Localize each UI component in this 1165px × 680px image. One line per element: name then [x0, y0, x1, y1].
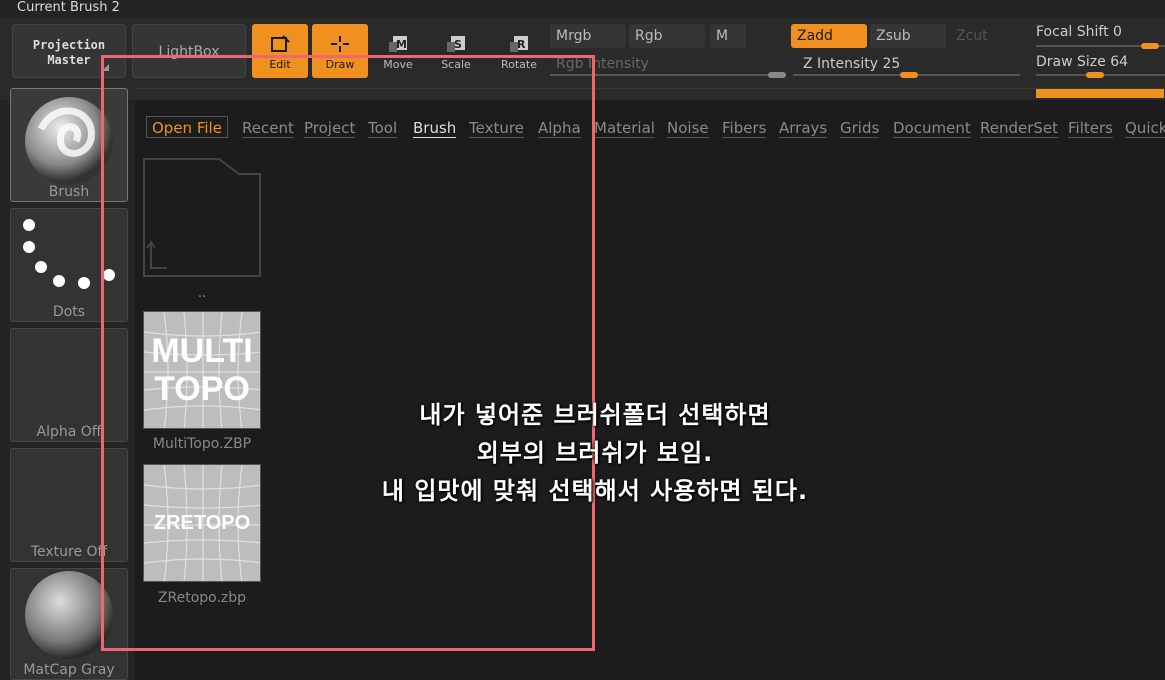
tab-quick[interactable]: Quick [1125, 119, 1165, 138]
m-button[interactable]: M [710, 24, 746, 48]
svg-text:M: M [396, 38, 407, 51]
svg-text:R: R [517, 38, 526, 51]
z-intensity-value: 25 [882, 56, 901, 72]
rgb-button[interactable]: Rgb [629, 24, 705, 48]
draw-icon [329, 34, 351, 54]
focal-shift-value: 0 [1113, 24, 1122, 40]
rotate-icon: R [508, 34, 530, 54]
rgb-intensity-knob[interactable] [768, 72, 786, 78]
focal-shift-label: Focal Shift 0 [1036, 24, 1122, 40]
annotation-line-1: 내가 넣어준 브러쉬폴더 선택하면 [419, 401, 771, 429]
zcut-button[interactable]: Zcut [950, 24, 1010, 48]
tab-material[interactable]: Material [594, 119, 655, 138]
tab-fibers[interactable]: Fibers [722, 119, 767, 138]
svg-text:S: S [454, 38, 462, 51]
z-intensity-knob[interactable] [900, 72, 918, 78]
tab-arrays[interactable]: Arrays [779, 119, 828, 138]
annotation-line-3: 내 입맛에 맞춰 선택해서 사용하면 된다. [381, 477, 809, 505]
highlight-frame [101, 55, 595, 651]
tab-renderset[interactable]: RenderSet [980, 119, 1059, 138]
move-icon: M [387, 34, 409, 54]
zadd-button[interactable]: Zadd [791, 24, 867, 48]
tab-noise[interactable]: Noise [667, 119, 709, 138]
current-brush-title: Current Brush 2 [17, 0, 120, 15]
material-tile-label: MatCap Gray [23, 662, 115, 678]
tab-filters[interactable]: Filters [1068, 119, 1113, 138]
mrgb-button[interactable]: Mrgb [550, 24, 626, 48]
tab-grids[interactable]: Grids [840, 119, 880, 138]
scale-icon: S [445, 34, 467, 54]
annotation-line-2: 외부의 브러쉬가 보임. [476, 439, 714, 467]
projection-master-label-1: Projection [32, 38, 106, 52]
edit-icon [269, 34, 291, 54]
draw-size-label: Draw Size 64 [1036, 54, 1129, 70]
zsub-button[interactable]: Zsub [870, 24, 946, 48]
draw-size-value: 64 [1110, 54, 1129, 70]
tab-document[interactable]: Document [893, 119, 971, 138]
title-bar: Current Brush 2 [0, 0, 1165, 18]
z-intensity-label: Z Intensity 25 [803, 56, 901, 72]
draw-size-knob[interactable] [1086, 72, 1104, 78]
focal-shift-knob[interactable] [1141, 43, 1159, 49]
